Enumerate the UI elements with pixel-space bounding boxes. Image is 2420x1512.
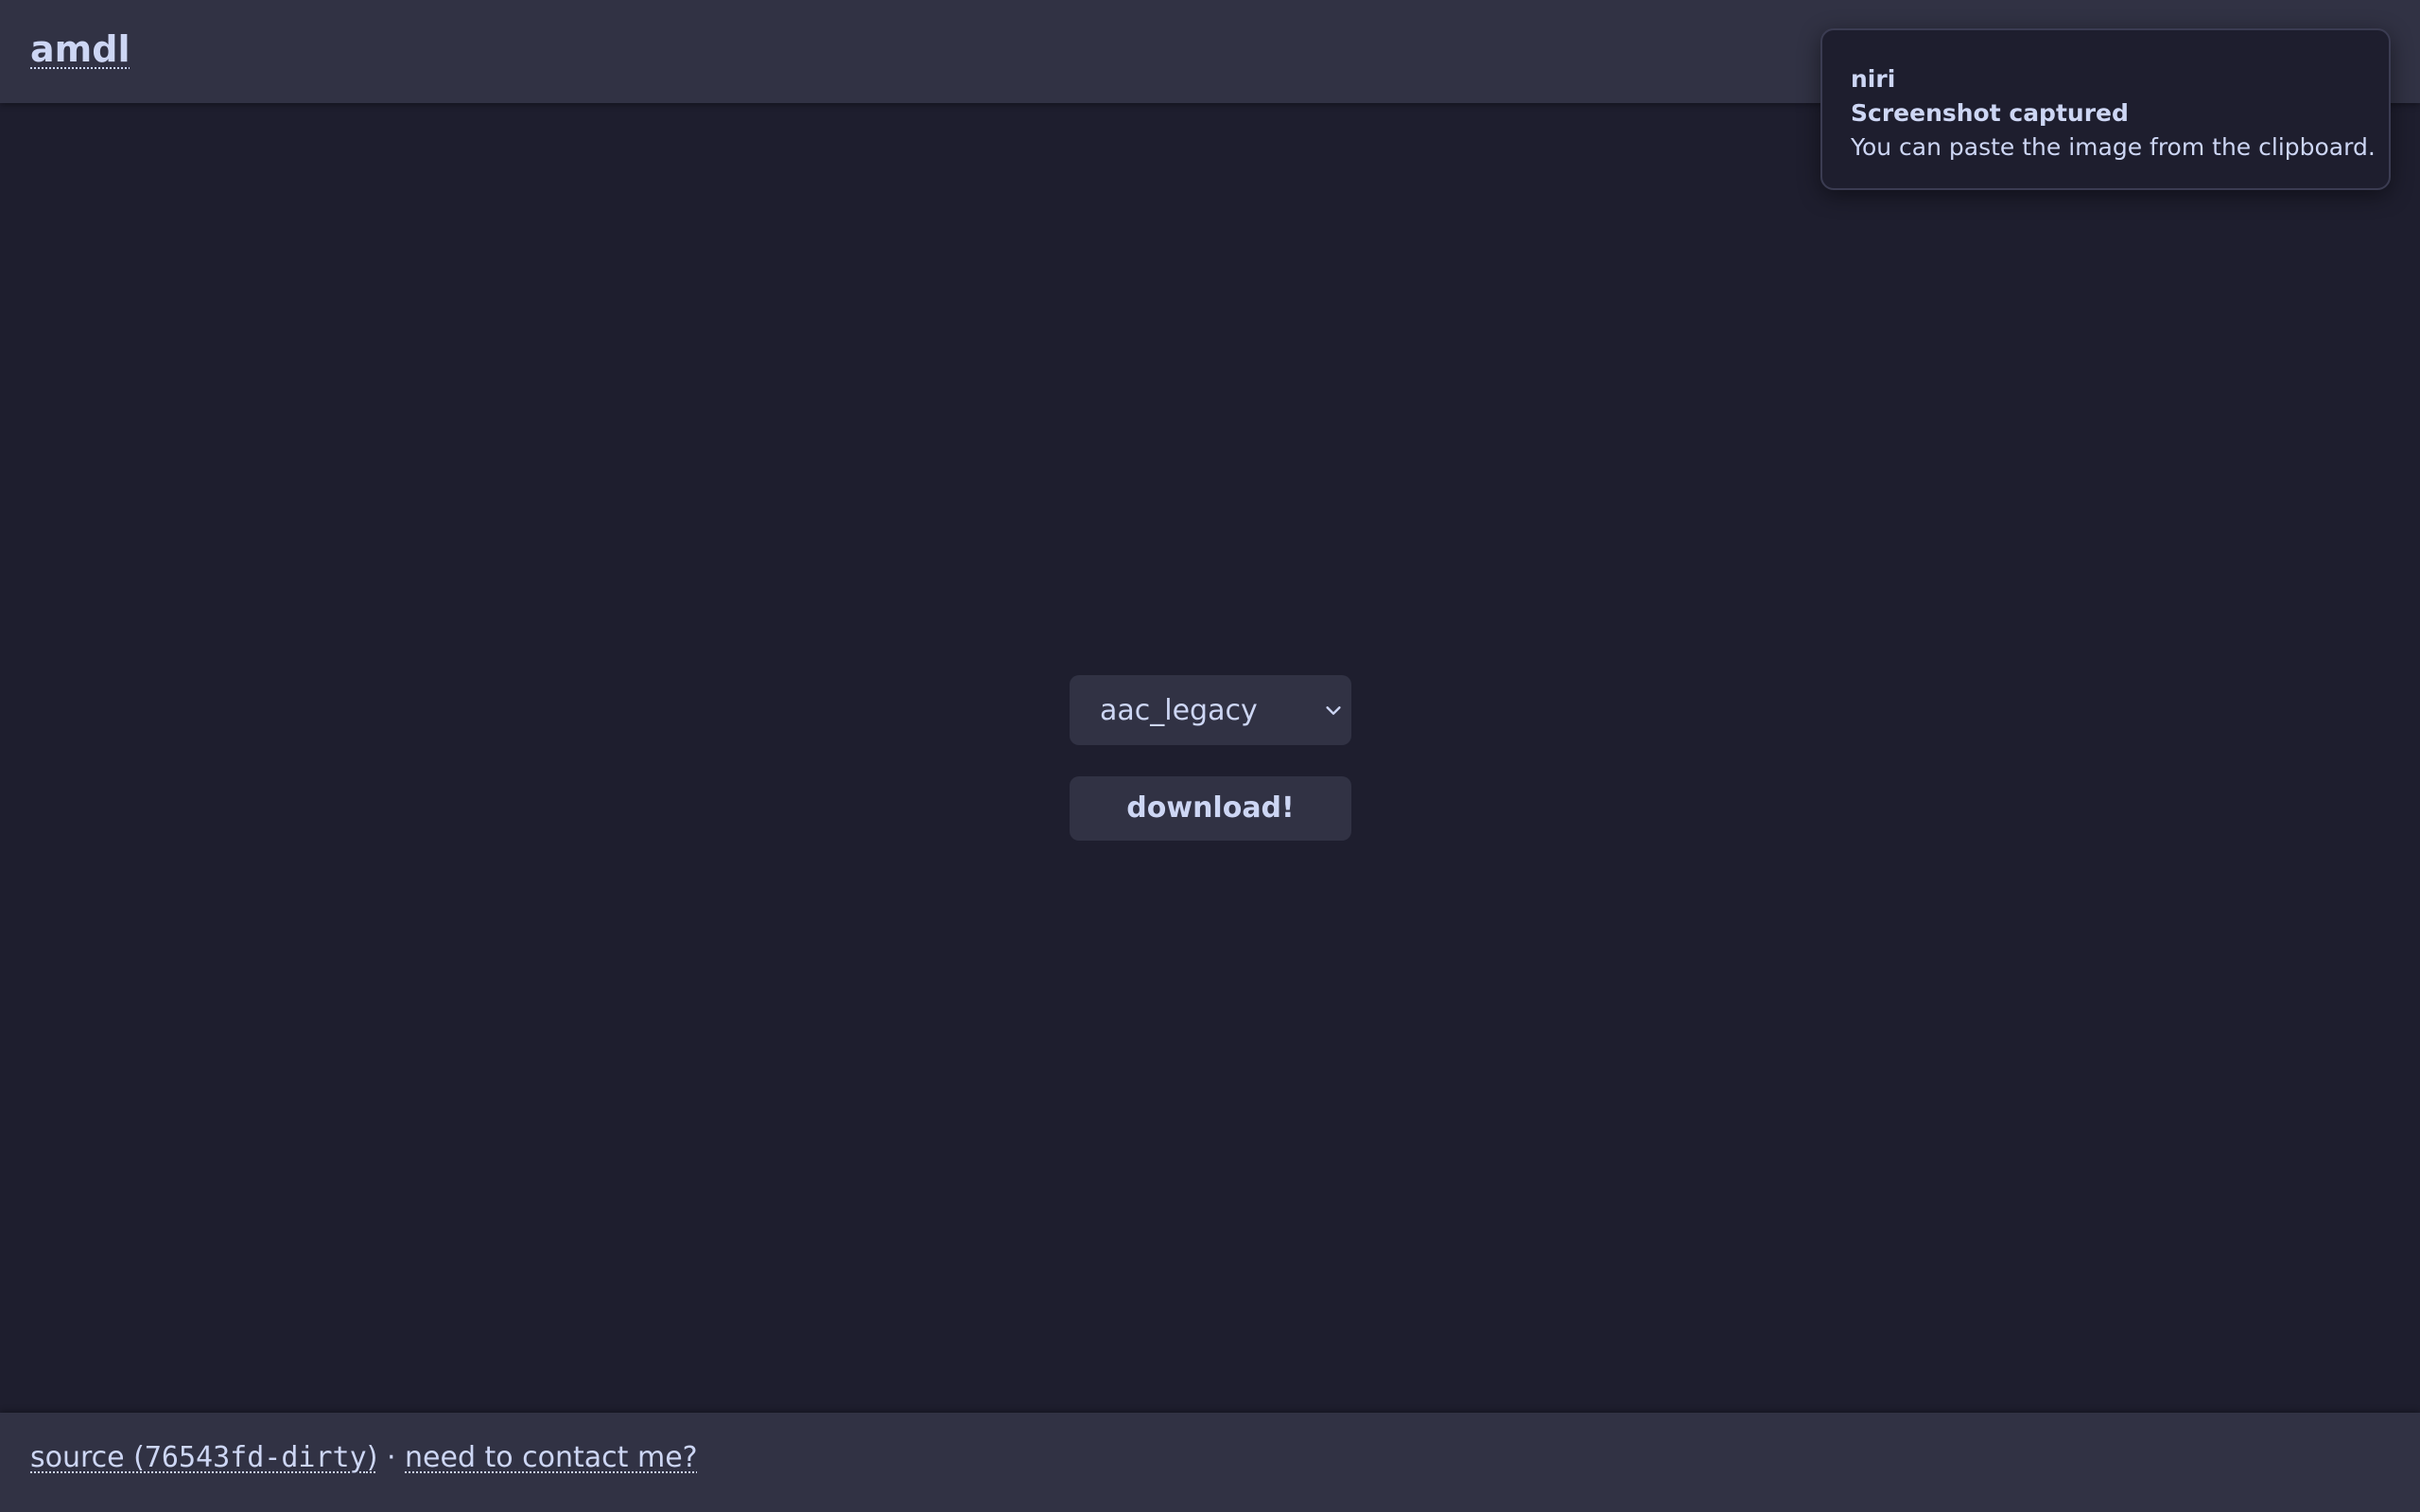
brand-link[interactable]: amdl	[30, 28, 130, 70]
chevron-down-icon	[1326, 706, 1341, 715]
download-form: aac_legacy download!	[1070, 675, 1351, 841]
footer-separator: ·	[377, 1441, 406, 1474]
source-link[interactable]: source (76543fd-dirty)	[30, 1441, 377, 1474]
source-suffix: )	[366, 1441, 378, 1474]
format-select[interactable]: aac_legacy	[1070, 675, 1351, 745]
notification-summary: Screenshot captured	[1851, 99, 2129, 127]
notification-toast[interactable]: niri Screenshot captured You can paste t…	[1820, 28, 2391, 190]
commit-hash: 76543fd-dirty	[144, 1441, 367, 1474]
notification-app-name: niri	[1851, 65, 1896, 93]
footer: source (76543fd-dirty) · need to contact…	[0, 1413, 2420, 1512]
download-button[interactable]: download!	[1070, 776, 1351, 841]
source-prefix: source (	[30, 1441, 145, 1474]
footer-line: source (76543fd-dirty) · need to contact…	[30, 1441, 698, 1474]
contact-link[interactable]: need to contact me?	[405, 1441, 698, 1474]
notification-body: You can paste the image from the clipboa…	[1851, 133, 2376, 161]
format-select-value: aac_legacy	[1100, 694, 1258, 727]
